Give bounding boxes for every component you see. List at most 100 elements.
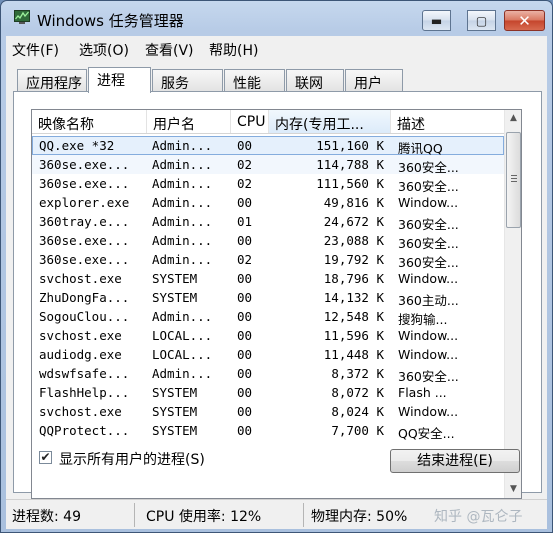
process-cpu: 00 (237, 309, 253, 324)
process-memory: 8,372 K (331, 366, 384, 381)
process-name: FlashHelp... (39, 385, 130, 400)
process-user: Admin... (152, 233, 213, 248)
process-cpu: 01 (237, 214, 253, 229)
process-memory: 11,448 K (323, 347, 384, 362)
process-name: 360se.exe... (39, 157, 130, 172)
table-row[interactable]: 360se.exe... Admin... 02 19,792 K 360安全... (32, 250, 504, 270)
process-memory: 49,816 K (323, 195, 384, 210)
window-title: Windows 任务管理器 (37, 12, 184, 30)
table-row[interactable]: audiodg.exe LOCAL... 00 11,448 K Window... (32, 345, 504, 364)
process-cpu: 00 (237, 328, 253, 343)
table-row[interactable]: svchost.exe LOCAL... 00 11,596 K Window... (32, 326, 504, 345)
close-button[interactable]: ✕ (504, 10, 545, 31)
process-memory: 8,024 K (331, 404, 384, 419)
tab-services[interactable]: 服务 (152, 69, 223, 92)
title-bar[interactable]: Windows 任务管理器 ▬ ▢ ✕ (1, 1, 552, 35)
table-row[interactable]: FlashHelp... SYSTEM 00 8,072 K Flash ... (32, 383, 504, 402)
process-user: Admin... (152, 214, 213, 229)
process-name: QQ.exe *32 (39, 138, 115, 153)
tab-users[interactable]: 用户 (345, 69, 403, 92)
process-list[interactable]: 映像名称 用户名 CPU 内存(专用工... 描述 QQ.exe *32 Admi… (31, 109, 522, 499)
table-row[interactable]: SogouClou... Admin... 00 12,548 K 搜狗输... (32, 307, 504, 327)
column-description[interactable]: 描述 (391, 110, 504, 133)
process-name: 360se.exe... (39, 252, 130, 267)
menu-file[interactable]: 文件(F) (12, 40, 59, 60)
process-user: Admin... (152, 138, 213, 153)
process-user: SYSTEM (152, 423, 198, 438)
status-physical-memory: 物理内存: 50% (311, 509, 408, 525)
process-memory: 111,560 K (316, 176, 384, 191)
menu-options[interactable]: 选项(O) (79, 40, 129, 60)
menu-bar: 文件(F) 选项(O) 查看(V) 帮助(H) (6, 36, 547, 60)
process-user: Admin... (152, 195, 213, 210)
close-icon: ✕ (518, 11, 531, 30)
tab-applications[interactable]: 应用程序 (17, 69, 87, 92)
process-memory: 151,160 K (316, 138, 384, 153)
scroll-down-arrow-icon[interactable]: ▼ (505, 481, 521, 498)
status-divider (303, 503, 304, 527)
process-user: SYSTEM (152, 404, 198, 419)
task-manager-app-icon (14, 10, 30, 24)
tab-networking[interactable]: 联网 (286, 69, 344, 92)
table-row[interactable]: wdswfsafe... Admin... 00 8,372 K 360安全... (32, 364, 504, 384)
scroll-grip-line (511, 181, 517, 182)
scroll-grip-line (511, 178, 517, 179)
table-row[interactable]: ZhuDongFa... SYSTEM 00 14,132 K 360主动... (32, 288, 504, 308)
process-cpu: 00 (237, 290, 253, 305)
status-divider (134, 503, 135, 527)
process-memory: 23,088 K (323, 233, 384, 248)
process-cpu: 00 (237, 233, 253, 248)
process-user: SYSTEM (152, 290, 198, 305)
tab-performance[interactable]: 性能 (224, 69, 285, 92)
vertical-scrollbar[interactable]: ▲ ▼ (504, 110, 521, 498)
process-memory: 12,548 K (323, 309, 384, 324)
process-name: svchost.exe (39, 271, 122, 286)
process-description: Window... (398, 404, 459, 419)
process-user: LOCAL... (152, 347, 213, 362)
table-row[interactable]: QQ.exe *32 Admin... 00 151,160 K 腾讯QQ (32, 136, 504, 156)
process-user: SYSTEM (152, 385, 198, 400)
process-memory: 19,792 K (323, 252, 384, 267)
menu-view[interactable]: 查看(V) (145, 40, 194, 60)
process-name: wdswfsafe... (39, 366, 130, 381)
process-name: ZhuDongFa... (39, 290, 130, 305)
end-process-button[interactable]: 结束进程(E) (390, 449, 520, 473)
process-description: Flash ... (398, 385, 447, 400)
column-memory[interactable]: 内存(专用工... (269, 110, 391, 133)
scroll-grip-line (511, 175, 517, 176)
process-cpu: 00 (237, 404, 253, 419)
table-row[interactable]: explorer.exe Admin... 00 49,816 K Window... (32, 193, 504, 212)
table-row[interactable]: 360tray.e... Admin... 01 24,672 K 360安全... (32, 212, 504, 232)
process-memory: 18,796 K (323, 271, 384, 286)
process-memory: 114,788 K (316, 157, 384, 172)
scroll-thumb[interactable] (506, 132, 521, 228)
tab-processes[interactable]: 进程 (88, 67, 151, 93)
show-all-users-checkbox[interactable]: ✔ (39, 451, 52, 464)
process-description: QQ安全... (398, 426, 455, 441)
process-memory: 14,132 K (323, 290, 384, 305)
status-bar: 进程数: 49 CPU 使用率: 12% 物理内存: 50% 知乎 @瓦仑子 (6, 499, 547, 529)
column-cpu[interactable]: CPU (231, 110, 269, 133)
minimize-button[interactable]: ▬ (422, 10, 451, 31)
process-cpu: 00 (237, 347, 253, 362)
process-description: Window... (398, 328, 459, 343)
table-row[interactable]: QQProtect... SYSTEM 00 7,700 K QQ安全... (32, 421, 504, 441)
table-row[interactable]: 360se.exe... Admin... 02 114,788 K 360安全... (32, 155, 504, 175)
process-memory: 8,072 K (331, 385, 384, 400)
process-name: explorer.exe (39, 195, 130, 210)
maximize-button[interactable]: ▢ (467, 10, 496, 31)
column-user-name[interactable]: 用户名 (147, 110, 231, 133)
table-row[interactable]: svchost.exe SYSTEM 00 8,024 K Window... (32, 402, 504, 421)
maximize-icon: ▢ (475, 13, 488, 28)
table-row[interactable]: 360se.exe... Admin... 00 23,088 K 360安全... (32, 231, 504, 251)
table-row[interactable]: 360se.exe... Admin... 02 111,560 K 360安全... (32, 174, 504, 194)
table-row[interactable]: svchost.exe SYSTEM 00 18,796 K Window... (32, 269, 504, 288)
process-user: Admin... (152, 252, 213, 267)
main-content: 应用程序 进程 服务 性能 联网 用户 映像名称 用户名 CPU 内存(专用工.… (6, 60, 547, 499)
column-image-name[interactable]: 映像名称 (32, 110, 147, 133)
process-user: Admin... (152, 309, 213, 324)
process-name: SogouClou... (39, 309, 130, 324)
menu-help[interactable]: 帮助(H) (209, 40, 258, 60)
scroll-up-arrow-icon[interactable]: ▲ (505, 110, 521, 127)
process-user: LOCAL... (152, 328, 213, 343)
